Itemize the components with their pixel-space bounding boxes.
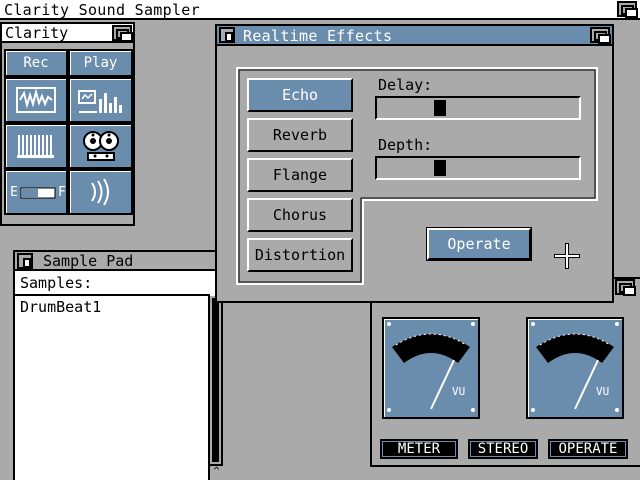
right-vu-label: VU xyxy=(596,385,610,398)
meter-button[interactable]: METER xyxy=(380,439,458,459)
depth-slider[interactable] xyxy=(375,156,581,180)
operate-button[interactable]: Operate xyxy=(426,227,532,261)
sample-pad-title: Sample Pad xyxy=(43,252,134,270)
clarity-title: Clarity xyxy=(5,24,69,42)
sound-waves-icon xyxy=(90,178,109,206)
rec-button[interactable]: Rec xyxy=(4,49,68,77)
echo-button[interactable]: Echo xyxy=(247,78,353,112)
rec-label: Rec xyxy=(23,55,49,71)
waveform-tool-button[interactable] xyxy=(4,77,68,123)
play-label: Play xyxy=(83,55,118,71)
distortion-button[interactable]: Distortion xyxy=(247,238,353,272)
effects-title-bar[interactable]: Realtime Effects xyxy=(217,26,612,46)
screen-title-bar[interactable]: Clarity Sound Sampler xyxy=(0,0,640,20)
keyboard-tool-button[interactable] xyxy=(4,123,68,169)
sound-waves-tool-button[interactable] xyxy=(68,169,133,215)
effects-depth-gadget-icon[interactable] xyxy=(590,27,611,44)
depth-slider-knob[interactable] xyxy=(434,160,446,176)
waveform-icon xyxy=(16,87,56,113)
fill-empty-label: E xyxy=(10,185,18,200)
flange-button[interactable]: Flange xyxy=(247,158,353,192)
fill-gauge-tool-button[interactable]: E F xyxy=(4,169,68,215)
right-vu-meter: VU xyxy=(526,317,624,419)
operate-meter-button-label: OPERATE xyxy=(558,441,618,457)
operate-meter-button[interactable]: OPERATE xyxy=(548,439,628,459)
clarity-depth-gadget-icon[interactable] xyxy=(112,25,133,42)
screen-depth-gadget-icon[interactable] xyxy=(617,1,638,18)
distortion-label: Distortion xyxy=(254,246,346,264)
stereo-button[interactable]: STEREO xyxy=(468,439,538,459)
fill-full-label: F xyxy=(58,185,66,200)
operate-label: Operate xyxy=(447,235,511,253)
clarity-title-bar[interactable]: Clarity xyxy=(2,24,133,43)
left-vu-meter: VU xyxy=(382,317,480,419)
tape-tool-button[interactable] xyxy=(68,123,133,169)
effects-title: Realtime Effects xyxy=(243,27,393,45)
delay-slider-knob[interactable] xyxy=(434,100,446,116)
chorus-label: Chorus xyxy=(272,206,328,224)
meter-depth-gadget-icon[interactable] xyxy=(615,279,636,296)
spectrum-tool-button[interactable] xyxy=(68,77,133,123)
left-vu-label: VU xyxy=(452,385,466,398)
crosshair-cursor-icon xyxy=(554,243,580,269)
sample-pad-window: Sample Pad Samples: DrumBeat1 ^ xyxy=(13,250,223,480)
scrollbar-thumb[interactable] xyxy=(212,298,219,462)
keyboard-icon xyxy=(17,135,54,158)
chorus-button[interactable]: Chorus xyxy=(247,198,353,232)
tape-reels-icon xyxy=(82,131,119,161)
clarity-toolbox-window: Clarity Rec Play E F xyxy=(0,22,135,226)
meter-button-label: METER xyxy=(397,441,441,457)
vu-meter-icon xyxy=(531,322,619,412)
play-button[interactable]: Play xyxy=(68,49,133,77)
sample-pad-close-icon[interactable] xyxy=(17,253,33,269)
sample-list-item[interactable]: DrumBeat1 xyxy=(20,298,101,316)
delay-label: Delay: xyxy=(378,76,433,94)
flange-label: Flange xyxy=(272,166,328,184)
delay-slider[interactable] xyxy=(375,96,581,120)
scroll-up-arrow-icon[interactable]: ^ xyxy=(210,464,223,480)
spectrum-icon xyxy=(77,90,122,113)
samples-divider xyxy=(15,294,210,296)
effects-close-icon[interactable] xyxy=(219,27,235,43)
sample-pad-title-bar[interactable]: Sample Pad xyxy=(15,252,221,271)
depth-label: Depth: xyxy=(378,136,433,154)
screen-title: Clarity Sound Sampler xyxy=(4,1,200,19)
samples-label: Samples: xyxy=(20,274,93,292)
stereo-button-label: STEREO xyxy=(477,441,529,457)
sample-pad-scrollbar[interactable]: ^ xyxy=(208,296,223,480)
meter-window: VU VU METER STEREO OPERATE xyxy=(370,277,640,467)
reverb-button[interactable]: Reverb xyxy=(247,118,353,152)
fill-gauge-icon xyxy=(20,187,56,199)
reverb-label: Reverb xyxy=(272,126,328,144)
vu-meter-icon xyxy=(387,322,475,412)
echo-label: Echo xyxy=(281,86,319,104)
